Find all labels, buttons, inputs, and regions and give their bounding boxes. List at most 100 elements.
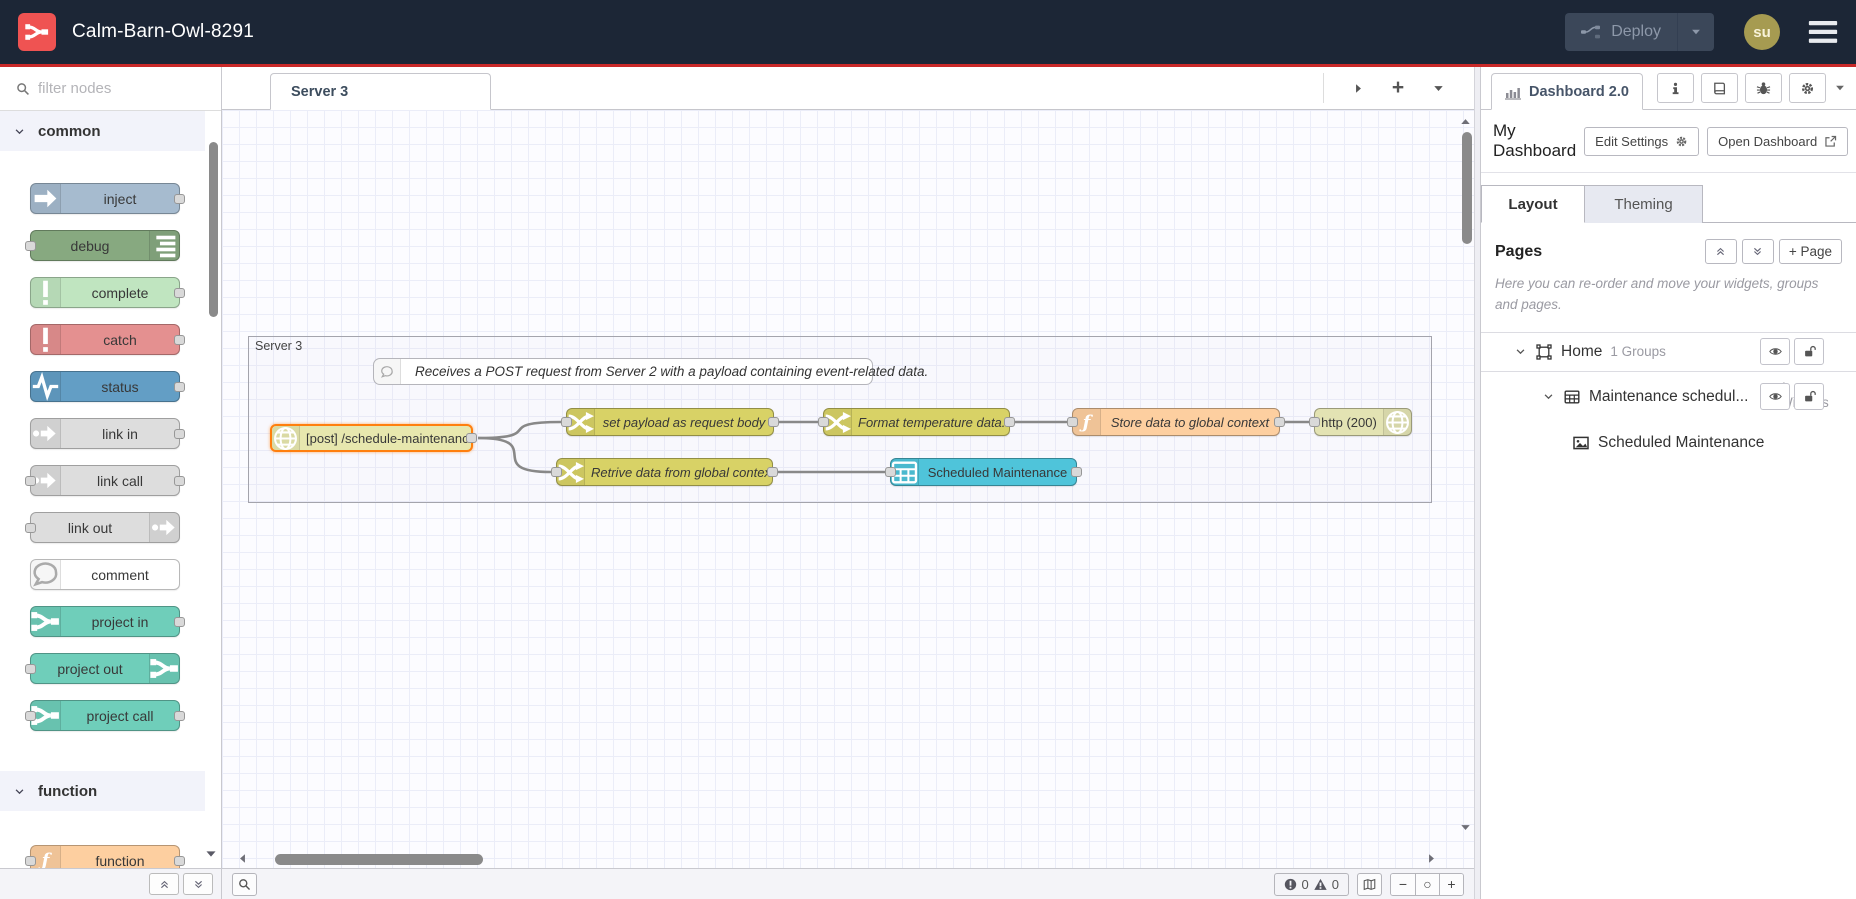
node-port-in[interactable] bbox=[25, 475, 36, 486]
edit-settings-button[interactable]: Edit Settings bbox=[1584, 126, 1700, 156]
palette-category-function[interactable]: function bbox=[0, 771, 205, 811]
node-port-out[interactable] bbox=[174, 855, 185, 866]
hscroll-left-arrow[interactable] bbox=[236, 852, 249, 865]
palette-filter[interactable] bbox=[0, 67, 221, 111]
node-inject[interactable]: inject bbox=[30, 183, 185, 214]
tab-list-button[interactable] bbox=[1418, 82, 1458, 95]
node-port-in[interactable] bbox=[1067, 417, 1078, 427]
node-set-payload-as-request-body[interactable]: set payload as request body bbox=[561, 408, 779, 436]
vscroll-thumb[interactable] bbox=[1462, 132, 1472, 244]
node-format-temperature-data-[interactable]: Format temperature data. bbox=[818, 408, 1015, 436]
node-port-in[interactable] bbox=[25, 710, 36, 721]
node-catch[interactable]: catch bbox=[30, 324, 185, 355]
vscroll-down-arrow[interactable] bbox=[1459, 821, 1472, 834]
node-port-out[interactable] bbox=[1274, 417, 1285, 427]
node-port-out[interactable] bbox=[174, 710, 185, 721]
node-port-out[interactable] bbox=[174, 428, 185, 439]
filter-nodes-input[interactable] bbox=[38, 80, 178, 97]
node-port-in[interactable] bbox=[25, 855, 36, 866]
node-scheduled-maintenance[interactable]: Scheduled Maintenance bbox=[885, 458, 1082, 486]
hamburger-menu-icon[interactable] bbox=[1808, 21, 1838, 43]
visibility-toggle-button[interactable] bbox=[1760, 338, 1790, 366]
node-project-out[interactable]: project out bbox=[25, 653, 180, 684]
user-avatar[interactable]: su bbox=[1744, 14, 1780, 50]
node-port-out[interactable] bbox=[466, 433, 477, 443]
node-port-in[interactable] bbox=[25, 522, 36, 533]
deploy-button[interactable]: Deploy bbox=[1565, 13, 1714, 51]
hscroll-right-arrow[interactable] bbox=[1425, 852, 1438, 865]
lock-toggle-button[interactable] bbox=[1794, 338, 1824, 366]
next-tab-button[interactable] bbox=[1338, 82, 1378, 95]
node-project-in[interactable]: project in bbox=[30, 606, 185, 637]
comment-node[interactable]: Receives a POST request from Server 2 wi… bbox=[373, 358, 928, 385]
node-port-out[interactable] bbox=[768, 417, 779, 427]
hscroll-thumb[interactable] bbox=[275, 854, 483, 865]
bug-button[interactable] bbox=[1744, 73, 1782, 103]
book-button[interactable] bbox=[1700, 73, 1738, 103]
deploy-options-button[interactable] bbox=[1677, 13, 1714, 51]
zoom-out-button[interactable]: − bbox=[1391, 873, 1415, 895]
zoom-in-button[interactable]: + bbox=[1439, 873, 1463, 895]
node-link-out[interactable]: link out bbox=[25, 512, 180, 543]
gear-button[interactable] bbox=[1788, 73, 1826, 103]
node-port-out[interactable] bbox=[174, 193, 185, 204]
open-dashboard-button[interactable]: Open Dashboard bbox=[1707, 126, 1849, 156]
node--post-schedule-maintenance[interactable]: [post] /schedule-maintenance bbox=[270, 424, 477, 452]
add-flow-button[interactable]: + bbox=[1378, 76, 1418, 100]
zoom-reset-button[interactable]: ○ bbox=[1415, 873, 1439, 895]
flow-canvas[interactable]: Server 3 Receives a POST request from Se… bbox=[222, 110, 1474, 868]
node-link-call[interactable]: link call bbox=[25, 465, 185, 496]
notifications-counter[interactable]: 0 0 bbox=[1273, 872, 1349, 896]
node-port-in[interactable] bbox=[818, 417, 829, 427]
collapse-all-categories-button[interactable] bbox=[149, 873, 179, 895]
palette-category-common[interactable]: common bbox=[0, 111, 205, 151]
tree-item-maintenance-schedul-[interactable]: Maintenance schedul...1 Widgets bbox=[1481, 372, 1856, 422]
expand-pages-button[interactable] bbox=[1741, 239, 1774, 264]
vscroll-up-arrow[interactable] bbox=[1459, 115, 1472, 128]
node-function[interactable]: ƒ function bbox=[25, 845, 185, 868]
node-port-out[interactable] bbox=[174, 381, 185, 392]
node-port-in[interactable] bbox=[551, 467, 562, 477]
tab-theming[interactable]: Theming bbox=[1585, 185, 1703, 223]
add-page-button[interactable]: + Page bbox=[1778, 239, 1842, 264]
node-comment[interactable]: comment bbox=[30, 559, 180, 590]
lock-toggle-button[interactable] bbox=[1794, 383, 1824, 411]
node-port-out[interactable] bbox=[1004, 417, 1015, 427]
node-port-in[interactable] bbox=[885, 467, 896, 477]
node-status[interactable]: status bbox=[30, 371, 185, 402]
info-button[interactable] bbox=[1656, 73, 1694, 103]
node-http-200-[interactable]: http (200) bbox=[1309, 408, 1412, 436]
tree-item-scheduled-maintenance[interactable]: Scheduled Maintenance bbox=[1481, 422, 1856, 464]
tab-layout[interactable]: Layout bbox=[1481, 185, 1585, 223]
navigator-minimap-button[interactable] bbox=[1357, 872, 1382, 896]
sidebar-tab-list-icon[interactable] bbox=[1834, 82, 1846, 94]
canvas-search-button[interactable] bbox=[232, 872, 257, 896]
tree-item-home[interactable]: Home 1 Groups bbox=[1481, 331, 1856, 372]
sidebar-splitter[interactable] bbox=[1474, 67, 1481, 899]
tab-dashboard-2[interactable]: Dashboard 2.0 bbox=[1491, 73, 1643, 110]
node-port-in[interactable] bbox=[1309, 417, 1320, 427]
chevron-down-icon[interactable] bbox=[1543, 391, 1554, 402]
collapse-pages-button[interactable] bbox=[1704, 239, 1737, 264]
node-port-out[interactable] bbox=[174, 475, 185, 486]
node-link-in[interactable]: link in bbox=[30, 418, 185, 449]
node-port-out[interactable] bbox=[174, 334, 185, 345]
flow-tab-server3[interactable]: Server 3 bbox=[270, 73, 491, 110]
node-debug[interactable]: debug bbox=[25, 230, 180, 261]
node-port-out[interactable] bbox=[174, 616, 185, 627]
node-store-data-to-global-context[interactable]: ƒ Store data to global context bbox=[1067, 408, 1285, 436]
expand-all-categories-button[interactable] bbox=[183, 873, 213, 895]
node-port-out[interactable] bbox=[767, 467, 778, 477]
node-port-in[interactable] bbox=[25, 240, 36, 251]
node-port-out[interactable] bbox=[1071, 467, 1082, 477]
palette-scrollbar-thumb[interactable] bbox=[209, 142, 218, 317]
node-port-in[interactable] bbox=[25, 663, 36, 674]
palette-scroll-down-icon[interactable] bbox=[204, 847, 218, 861]
node-port-in[interactable] bbox=[561, 417, 572, 427]
chevron-down-icon[interactable] bbox=[1515, 346, 1526, 357]
visibility-toggle-button[interactable] bbox=[1760, 383, 1790, 411]
node-port-out[interactable] bbox=[174, 287, 185, 298]
node-project-call[interactable]: project call bbox=[25, 700, 185, 731]
node-complete[interactable]: complete bbox=[30, 277, 185, 308]
node-retrive-data-from-global-context[interactable]: Retrive data from global context bbox=[551, 458, 778, 486]
